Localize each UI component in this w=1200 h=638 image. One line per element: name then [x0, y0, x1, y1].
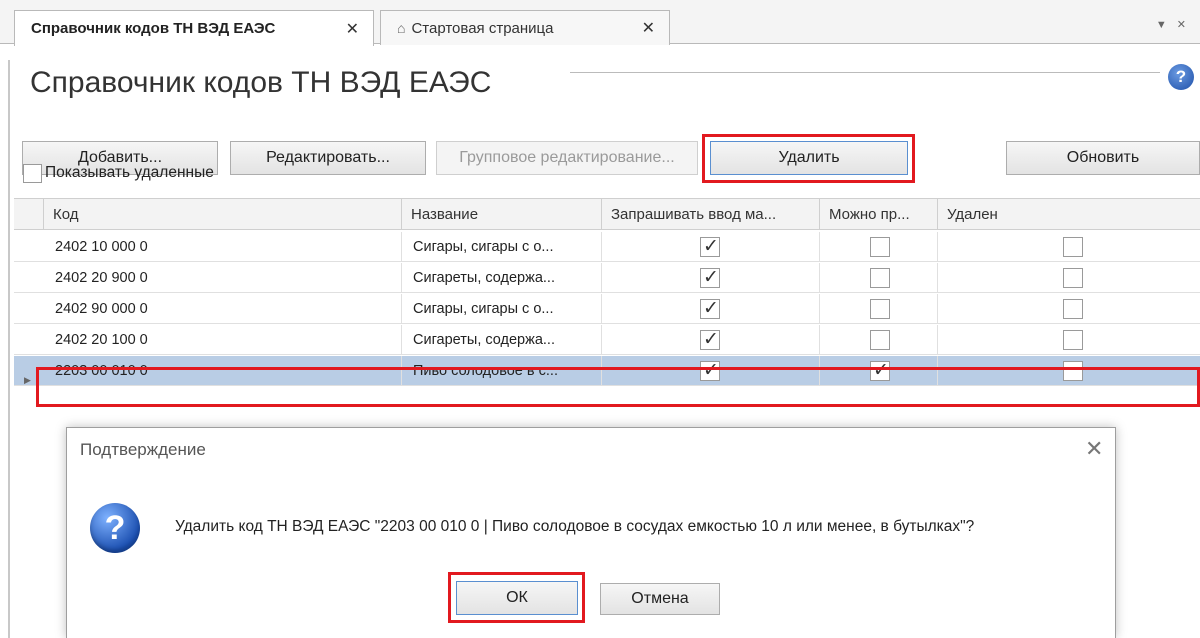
home-icon: ⌂	[397, 20, 406, 36]
edit-button[interactable]: Редактировать...	[230, 141, 426, 175]
frame-border	[8, 60, 10, 638]
checkbox[interactable]	[870, 268, 890, 288]
ok-button[interactable]: ОК	[456, 581, 578, 615]
tab-label: Справочник кодов ТН ВЭД ЕАЭС	[31, 20, 276, 37]
tab-start-page[interactable]: ⌂ Стартовая страница ✕	[380, 10, 670, 45]
checkbox[interactable]	[1063, 268, 1083, 288]
divider	[570, 72, 1160, 73]
cell-code[interactable]: 2402 20 900 0	[44, 263, 402, 293]
help-icon[interactable]: ?	[1168, 64, 1194, 90]
column-header-ask-marking[interactable]: Запрашивать ввод ма...	[602, 198, 820, 230]
checkbox[interactable]	[870, 237, 890, 257]
checkbox[interactable]	[1063, 330, 1083, 350]
checkbox[interactable]	[1063, 299, 1083, 319]
refresh-button[interactable]: Обновить	[1006, 141, 1200, 175]
cell-code[interactable]: 2402 10 000 0	[44, 232, 402, 262]
checkbox[interactable]	[700, 266, 720, 289]
checkbox[interactable]	[870, 330, 890, 350]
cell-code[interactable]: 2402 90 000 0	[44, 294, 402, 324]
delete-button[interactable]: Удалить	[710, 141, 908, 175]
close-icon[interactable]: ✕	[1085, 436, 1103, 462]
cell-name[interactable]: Сигары, сигары с о...	[402, 294, 602, 324]
cell-name[interactable]: Сигары, сигары с о...	[402, 232, 602, 262]
column-header-deleted[interactable]: Удален	[938, 198, 1200, 230]
cancel-button[interactable]: Отмена	[600, 583, 720, 615]
row-indicator-header	[14, 198, 44, 230]
cell-code[interactable]: 2402 20 100 0	[44, 325, 402, 355]
close-icon[interactable]: ✕	[346, 19, 359, 39]
dialog-message: Удалить код ТН ВЭД ЕАЭС "2203 00 010 0 |…	[175, 518, 975, 535]
highlight-frame	[36, 367, 1200, 407]
tab-overflow-controls[interactable]: ▼✕	[1156, 18, 1196, 31]
close-icon[interactable]: ✕	[642, 18, 655, 38]
dialog-title: Подтверждение	[80, 440, 206, 459]
tab-tnved-directory[interactable]: Справочник кодов ТН ВЭД ЕАЭС ✕	[14, 10, 374, 46]
page-title: Справочник кодов ТН ВЭД ЕАЭС	[30, 66, 492, 99]
tab-label: Стартовая страница	[411, 19, 554, 37]
show-deleted-checkbox[interactable]	[23, 164, 42, 183]
checkbox[interactable]	[700, 328, 720, 351]
question-icon: ?	[90, 503, 140, 553]
cell-name[interactable]: Сигареты, содержа...	[402, 263, 602, 293]
checkbox[interactable]	[1063, 237, 1083, 257]
group-edit-button[interactable]: Групповое редактирование...	[436, 141, 698, 175]
column-header-can[interactable]: Можно пр...	[820, 198, 938, 230]
column-header-code[interactable]: Код	[44, 198, 402, 230]
checkbox[interactable]	[870, 299, 890, 319]
checkbox[interactable]	[700, 297, 720, 320]
cell-name[interactable]: Сигареты, содержа...	[402, 325, 602, 355]
column-header-name[interactable]: Название	[402, 198, 602, 230]
show-deleted-label: Показывать удаленные	[45, 164, 214, 181]
checkbox[interactable]	[700, 235, 720, 258]
current-row-arrow-icon: ▶	[24, 375, 31, 385]
